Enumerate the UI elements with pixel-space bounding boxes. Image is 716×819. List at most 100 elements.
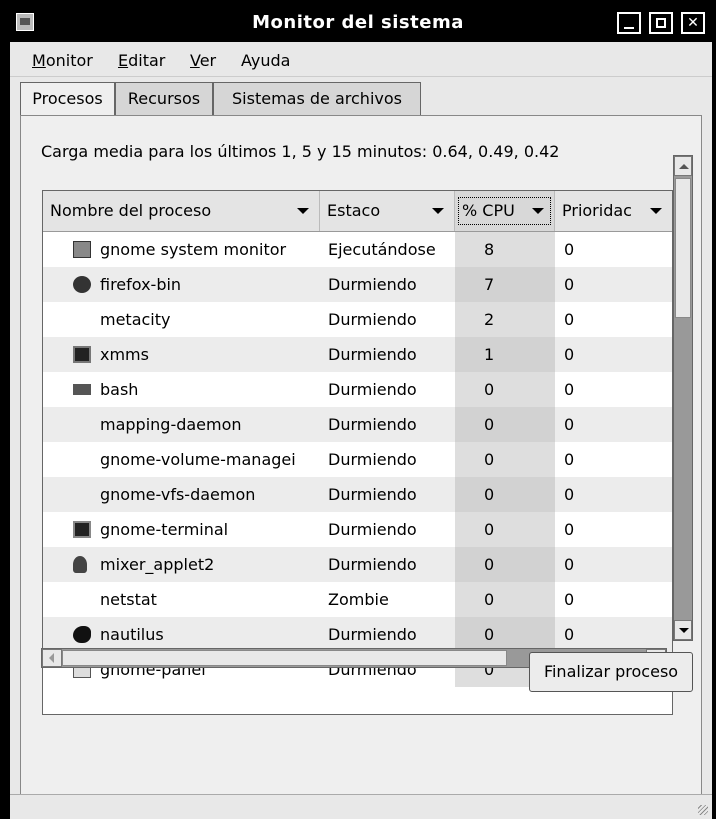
process-priority: 0 — [564, 625, 575, 644]
app-window: Monitor del sistema ✕ Monitor Editar Ver… — [0, 0, 716, 819]
process-priority: 0 — [564, 310, 575, 329]
process-state: Durmiendo — [328, 450, 417, 469]
resize-grip-icon[interactable] — [698, 805, 708, 815]
maximize-button[interactable] — [649, 12, 673, 34]
close-button[interactable]: ✕ — [681, 12, 705, 34]
menu-bar: Monitor Editar Ver Ayuda — [10, 42, 712, 77]
process-state: Durmiendo — [328, 415, 417, 434]
table-body: gnome system monitor Ejecutándose 8 0 fi… — [43, 232, 672, 687]
process-priority: 0 — [564, 485, 575, 504]
scroll-left-button[interactable] — [42, 649, 62, 667]
process-name: mapping-daemon — [100, 415, 242, 434]
scroll-down-button[interactable] — [674, 620, 692, 640]
process-priority: 0 — [564, 450, 575, 469]
chevron-down-icon — [650, 208, 662, 214]
process-cpu: 0 — [484, 415, 495, 434]
process-cpu: 0 — [484, 450, 495, 469]
process-cpu: 0 — [484, 625, 495, 644]
menu-ayuda[interactable]: Ayuda — [241, 51, 290, 70]
menu-monitor[interactable]: Monitor — [32, 51, 93, 70]
end-process-button[interactable]: Finalizar proceso — [529, 652, 693, 692]
table-row[interactable]: nautilus Durmiendo 0 0 — [43, 617, 672, 652]
column-header-name[interactable]: Nombre del proceso — [43, 191, 320, 231]
process-name: gnome-volume-managei — [100, 450, 296, 469]
horizontal-scroll-thumb[interactable] — [62, 650, 507, 666]
process-state: Durmiendo — [328, 485, 417, 504]
process-cpu: 0 — [484, 520, 495, 539]
process-cpu: 0 — [484, 590, 495, 609]
tab-sistemas-de-archivos[interactable]: Sistemas de archivos — [213, 82, 421, 115]
scroll-up-button[interactable] — [674, 156, 692, 176]
tab-recursos[interactable]: Recursos — [115, 82, 213, 115]
process-name: gnome system monitor — [100, 240, 287, 259]
chevron-down-icon — [532, 208, 544, 214]
column-header-state[interactable]: Estaco — [320, 191, 455, 231]
menu-editar[interactable]: Editar — [118, 51, 165, 70]
vertical-scroll-thumb[interactable] — [675, 178, 691, 318]
process-name: gnome-vfs-daemon — [100, 485, 256, 504]
maximize-icon — [656, 18, 666, 28]
table-row[interactable]: netstat Zombie 0 0 — [43, 582, 672, 617]
firefox-icon — [73, 276, 91, 293]
table-row[interactable]: gnome-vfs-daemon Durmiendo 0 0 — [43, 477, 672, 512]
process-state: Durmiendo — [328, 555, 417, 574]
column-header-priority[interactable]: Prioridac — [555, 191, 672, 231]
table-row[interactable]: bash Durmiendo 0 0 — [43, 372, 672, 407]
table-row[interactable]: firefox-bin Durmiendo 7 0 — [43, 267, 672, 302]
process-priority: 0 — [564, 380, 575, 399]
process-cpu: 0 — [484, 555, 495, 574]
load-average-label: Carga media para los últimos 1, 5 y 15 m… — [41, 142, 560, 161]
processes-panel: Carga media para los últimos 1, 5 y 15 m… — [20, 115, 702, 795]
process-name: nautilus — [100, 625, 164, 644]
process-priority: 0 — [564, 520, 575, 539]
minimize-icon — [624, 27, 634, 29]
tab-procesos[interactable]: Procesos — [20, 82, 115, 117]
close-icon: ✕ — [687, 15, 699, 31]
title-bar[interactable]: Monitor del sistema ✕ — [0, 0, 716, 42]
menu-ver[interactable]: Ver — [190, 51, 216, 70]
column-label: Nombre del proceso — [50, 201, 212, 220]
table-row[interactable]: mixer_applet2 Durmiendo 0 0 — [43, 547, 672, 582]
table-row[interactable]: mapping-daemon Durmiendo 0 0 — [43, 407, 672, 442]
process-name: firefox-bin — [100, 275, 182, 294]
process-priority: 0 — [564, 275, 575, 294]
chevron-down-icon — [297, 208, 309, 214]
xmms-icon — [73, 346, 91, 363]
bash-icon — [73, 384, 91, 395]
column-header-cpu[interactable]: % CPU — [455, 191, 555, 231]
process-state: Zombie — [328, 590, 389, 609]
process-state: Ejecutándose — [328, 240, 436, 259]
process-state: Durmiendo — [328, 625, 417, 644]
process-cpu: 7 — [484, 275, 495, 294]
table-row[interactable]: gnome-volume-managei Durmiendo 0 0 — [43, 442, 672, 477]
column-label: % CPU — [462, 201, 515, 220]
process-name: mixer_applet2 — [100, 555, 215, 574]
vertical-scrollbar[interactable] — [673, 155, 693, 641]
process-state: Durmiendo — [328, 380, 417, 399]
process-cpu: 1 — [484, 345, 495, 364]
column-label: Prioridac — [562, 201, 632, 220]
process-name: xmms — [100, 345, 149, 364]
process-name: netstat — [100, 590, 157, 609]
table-row[interactable]: xmms Durmiendo 1 0 — [43, 337, 672, 372]
client-area: Monitor Editar Ver Ayuda Procesos Recurs… — [10, 42, 712, 819]
process-priority: 0 — [564, 590, 575, 609]
table-row[interactable]: gnome-terminal Durmiendo 0 0 — [43, 512, 672, 547]
process-cpu: 0 — [484, 485, 495, 504]
process-priority: 0 — [564, 345, 575, 364]
window-title: Monitor del sistema — [252, 12, 464, 33]
process-cpu: 2 — [484, 310, 495, 329]
table-row[interactable]: gnome system monitor Ejecutándose 8 0 — [43, 232, 672, 267]
process-state: Durmiendo — [328, 310, 417, 329]
table-row[interactable]: metacity Durmiendo 2 0 — [43, 302, 672, 337]
process-priority: 0 — [564, 240, 575, 259]
process-state: Durmiendo — [328, 520, 417, 539]
process-priority: 0 — [564, 555, 575, 574]
status-bar — [10, 794, 712, 819]
mixer-icon — [73, 556, 87, 573]
process-cpu: 0 — [484, 380, 495, 399]
process-state: Durmiendo — [328, 275, 417, 294]
process-name: bash — [100, 380, 139, 399]
monitor-icon — [73, 241, 91, 258]
minimize-button[interactable] — [617, 12, 641, 34]
